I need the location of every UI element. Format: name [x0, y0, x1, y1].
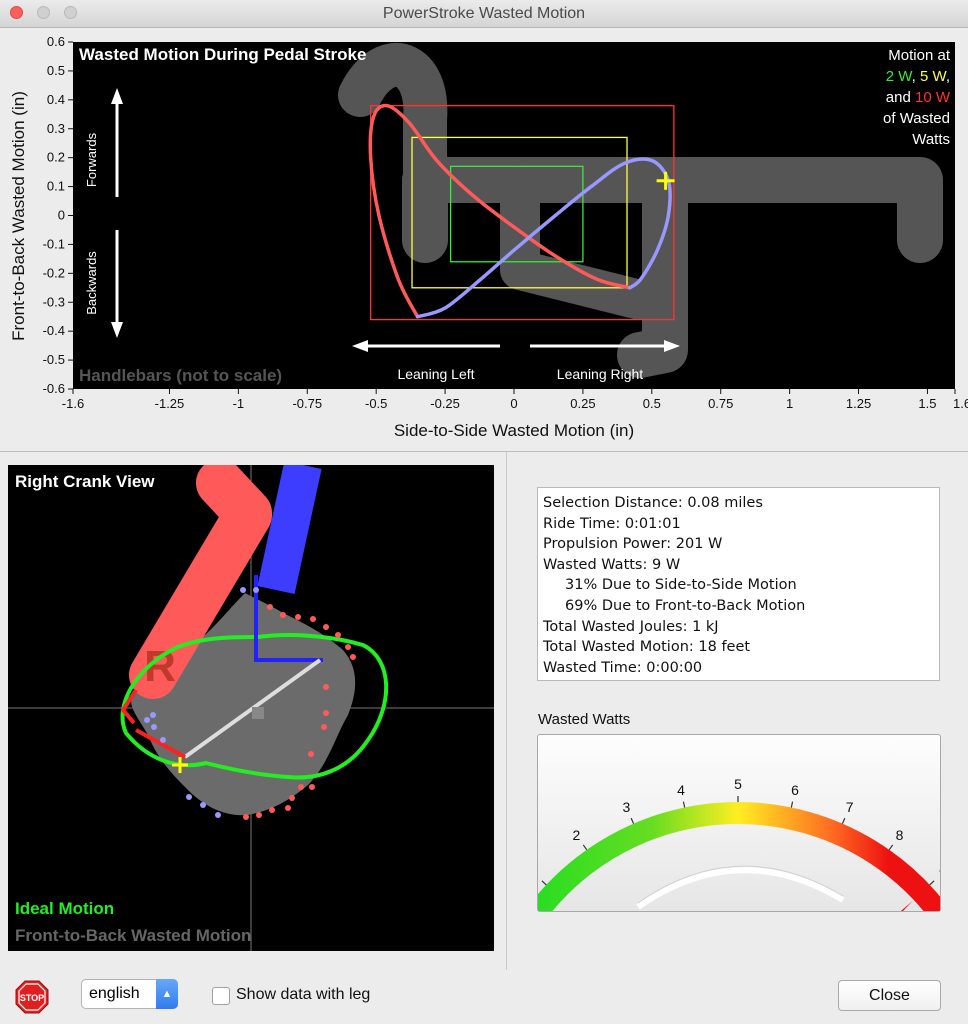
gauge-tick-label: 2 — [573, 827, 581, 843]
y-tick-label: -0.5 — [43, 352, 65, 367]
gauge-tick — [541, 880, 547, 886]
stop-label: STOP — [20, 993, 44, 1003]
x-tick-label: -0.5 — [365, 396, 387, 411]
gauge-tick-label: 9 — [939, 865, 940, 881]
ideal-motion-label: Ideal Motion — [15, 899, 114, 918]
front-to-back-percent: 69% Due to Front-to-Back Motion — [565, 597, 806, 614]
select-chevron-icon: ▲ — [156, 979, 178, 1009]
gauge-tick-label: 7 — [846, 799, 854, 815]
panel-divider — [506, 452, 507, 970]
legend-and: and — [886, 89, 911, 106]
stop-icon[interactable]: STOP — [15, 980, 49, 1014]
y-tick-label: -0.2 — [43, 265, 65, 280]
x-tick-label: 0.5 — [643, 396, 661, 411]
y-tick-label: -0.6 — [43, 381, 65, 396]
y-tick-label: 0.5 — [47, 63, 65, 78]
x-tick-label: 1 — [786, 396, 793, 411]
gauge-label: Wasted Watts — [538, 711, 631, 728]
gauge-hub — [636, 867, 845, 910]
statistics-panel: Selection Distance: 0.08 miles Ride Time… — [537, 487, 940, 681]
x-tick-label: -1.6 — [62, 396, 84, 411]
show-data-with-leg-label[interactable]: Show data with leg — [236, 986, 370, 1004]
window-title: PowerStroke Wasted Motion — [382, 5, 586, 22]
wasted-time: Wasted Time: 0:00:00 — [543, 659, 703, 676]
gauge-tick — [841, 817, 846, 824]
language-value: english — [89, 985, 140, 1002]
gauge-tick — [929, 880, 935, 886]
language-select[interactable]: english ▲ — [81, 979, 178, 1009]
y-tick-label: -0.1 — [43, 236, 65, 251]
gauge-tick-label: 8 — [896, 827, 904, 843]
gauge-tick-label: 3 — [623, 799, 631, 815]
y-tick-label: 0.3 — [47, 121, 65, 136]
y-tick-label: 0.1 — [47, 179, 65, 194]
leg-blue-shape — [257, 465, 322, 595]
wasted-motion-label: Front-to-Back Wasted Motion — [15, 926, 251, 945]
x-tick-label: -1.25 — [155, 396, 185, 411]
y-tick-label: 0.6 — [47, 34, 65, 49]
y-tick-label: 0.4 — [47, 92, 65, 107]
gauge-needle — [849, 900, 913, 961]
svg-text:and 10 W: and 10 W — [886, 89, 951, 106]
gauge-tick — [682, 801, 686, 808]
y-axis-label: Front-to-Back Wasted Motion (in) — [9, 91, 28, 341]
x-tick-label: -0.25 — [430, 396, 460, 411]
gauge-tick — [582, 844, 588, 851]
crank-center-square — [252, 707, 264, 719]
x-tick-label: 1.6 — [953, 396, 968, 411]
ride-time: Ride Time: 0:01:01 — [543, 515, 681, 532]
total-wasted-motion: Total Wasted Motion: 18 feet — [543, 639, 751, 656]
x-tick-label: -1 — [233, 396, 245, 411]
wasted-watts: Wasted Watts: 9 W — [543, 556, 681, 573]
chart-title: Wasted Motion During Pedal Stroke — [79, 45, 366, 64]
y-axis-ticks: 0.6 0.5 0.4 0.3 0.2 0.1 0 -0.1 -0.2 -0.3 -0.4 -0.5 -… — [43, 34, 73, 396]
y-tick-label: -0.4 — [43, 323, 65, 338]
x-axis-label: Side-to-Side Wasted Motion (in) — [394, 421, 634, 440]
forwards-label: Forwards — [84, 132, 99, 187]
handlebars-label: Handlebars (not to scale) — [79, 366, 282, 385]
x-tick-label: -0.75 — [292, 396, 322, 411]
legend-5w: 5 W — [920, 68, 948, 85]
gauge-tick-label: 5 — [734, 776, 742, 792]
close-button[interactable]: Close — [838, 980, 941, 1011]
legend-10w: 10 W — [915, 89, 951, 106]
legend-comma2: , — [946, 68, 950, 85]
y-tick-label: 0 — [58, 208, 65, 223]
gauge-tick — [888, 844, 894, 851]
leaning-right-label: Leaning Right — [557, 366, 644, 382]
section-divider — [0, 451, 968, 452]
legend-line3: of Wasted — [883, 110, 950, 127]
x-tick-label: 0.75 — [708, 396, 733, 411]
wasted-watts-gauge: 012345678910 — [495, 734, 968, 961]
y-tick-label: 0.2 — [47, 150, 65, 165]
crank-view-title: Right Crank View — [15, 472, 155, 491]
x-tick-label: 0 — [510, 396, 517, 411]
propulsion-power: Propulsion Power: 201 W — [543, 536, 723, 553]
right-crank-view: R Right Crank View Ideal Motion Front-to… — [8, 465, 494, 951]
x-axis-ticks: -1.6 -1.25 -1 -0.75 -0.5 -0.25 0 0.25 0.5 0.75 1 1.… — [62, 389, 968, 411]
leaning-left-label: Leaning Left — [397, 366, 474, 382]
wasted-motion-chart: -1.6 -1.25 -1 -0.75 -0.5 -0.25 0 0.25 0.5 0.75 1 1.… — [0, 28, 968, 450]
gauge-tick — [790, 801, 794, 808]
show-data-with-leg-checkbox[interactable] — [212, 987, 230, 1005]
gauge-tick-label: 6 — [791, 782, 799, 798]
svg-text:2 W, 5 W,: 2 W, 5 W, — [886, 68, 950, 85]
legend-line1: Motion at — [888, 47, 951, 64]
side-to-side-percent: 31% Due to Side-to-Side Motion — [565, 577, 797, 594]
x-tick-label: 0.25 — [570, 396, 595, 411]
window-titlebar: PowerStroke Wasted Motion — [0, 0, 968, 28]
gauge-tick-label: 4 — [677, 782, 685, 798]
gauge-tick — [630, 817, 635, 824]
backwards-label: Backwards — [84, 251, 99, 315]
total-wasted-joules: Total Wasted Joules: 1 kJ — [543, 618, 719, 635]
x-tick-label: 1.5 — [918, 396, 936, 411]
x-tick-label: 1.25 — [846, 396, 871, 411]
gauge-arc — [513, 802, 963, 940]
selection-distance: Selection Distance: 0.08 miles — [543, 495, 763, 511]
legend-2w: 2 W — [886, 68, 914, 85]
legend-line4: Watts — [912, 131, 950, 148]
y-tick-label: -0.3 — [43, 294, 65, 309]
